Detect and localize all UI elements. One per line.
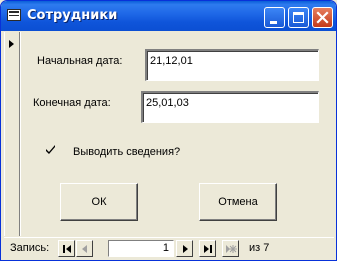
start-date-label: Начальная дата: — [37, 55, 123, 67]
ok-button-label: ОК — [91, 196, 107, 208]
window-title: Сотрудники — [27, 8, 118, 23]
end-date-value: 25,01,03 — [146, 97, 189, 109]
record-navigation-bar: Запись: 1 из 7 — [4, 237, 334, 258]
current-record-arrow-icon — [9, 40, 14, 48]
start-date-value: 21,12,01 — [150, 55, 193, 67]
minimize-icon — [270, 21, 277, 24]
record-selector[interactable] — [4, 32, 20, 236]
cancel-button[interactable]: Отмена — [199, 183, 277, 221]
end-date-field[interactable]: 25,01,03 — [141, 91, 319, 123]
checkmark-icon — [46, 145, 55, 154]
last-record-button[interactable] — [199, 240, 216, 257]
cancel-button-label: Отмена — [218, 196, 258, 208]
next-record-icon — [183, 245, 188, 253]
start-date-field[interactable]: 21,12,01 — [145, 49, 319, 81]
show-info-checkbox[interactable] — [44, 143, 57, 156]
form-window: Сотрудники Начальная дата: 21,12,01 Коне… — [0, 0, 337, 261]
current-record-value: 1 — [162, 242, 169, 254]
end-date-label: Конечная дата: — [33, 97, 111, 109]
last-record-icon — [204, 245, 212, 253]
new-record-icon — [226, 245, 237, 253]
prev-record-icon — [82, 245, 87, 253]
selector-divider — [20, 32, 21, 236]
record-total: из 7 — [249, 242, 270, 254]
show-info-label: Выводить сведения? — [73, 146, 181, 158]
maximize-icon — [293, 12, 304, 23]
record-nav-label: Запись: — [10, 242, 50, 254]
close-icon — [316, 11, 329, 24]
next-record-button[interactable] — [176, 240, 193, 257]
maximize-button[interactable] — [288, 7, 309, 28]
first-record-icon — [63, 245, 71, 253]
new-record-button[interactable] — [222, 240, 239, 257]
prev-record-button[interactable] — [76, 240, 93, 257]
title-bar[interactable]: Сотрудники — [1, 1, 336, 31]
first-record-button[interactable] — [58, 240, 75, 257]
close-button[interactable] — [312, 7, 333, 28]
ok-button[interactable]: ОК — [60, 183, 138, 221]
form-icon[interactable] — [7, 9, 21, 21]
minimize-button[interactable] — [264, 7, 285, 28]
current-record-field[interactable]: 1 — [108, 240, 174, 257]
